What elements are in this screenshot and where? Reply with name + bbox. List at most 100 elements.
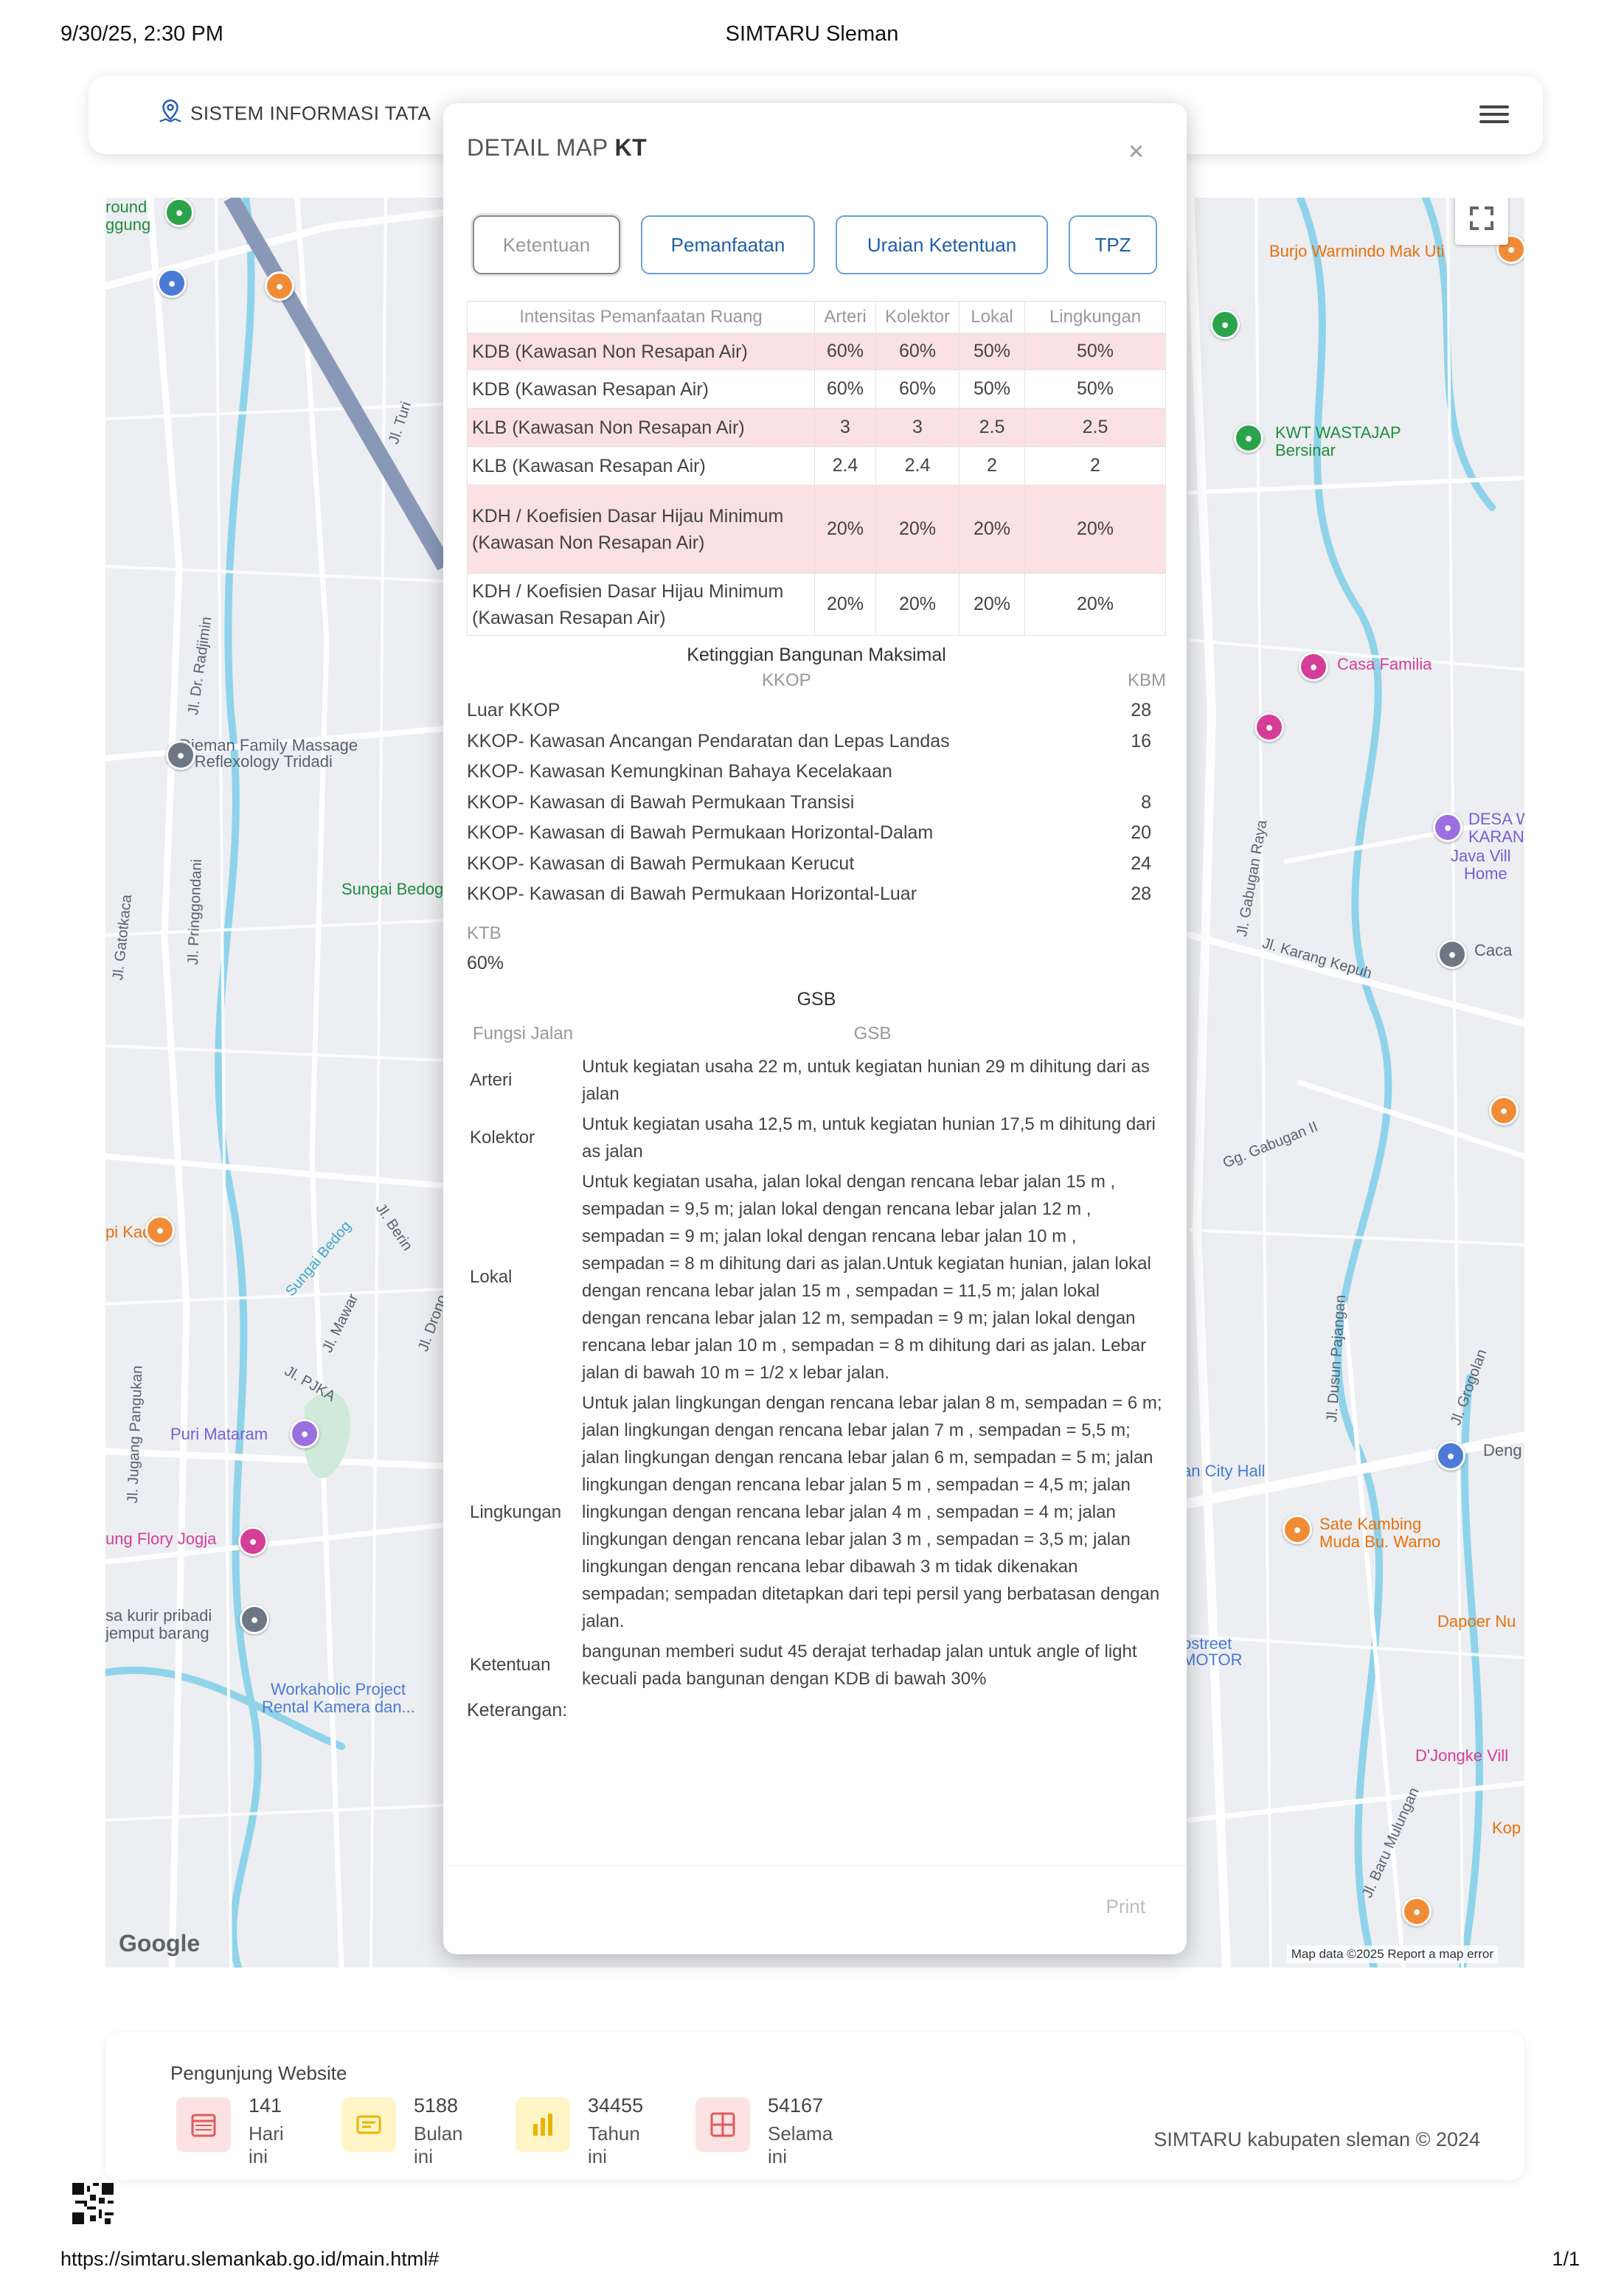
map-label[interactable]: Puri Mataram <box>170 1425 268 1444</box>
road-function: Kolektor <box>470 1128 535 1148</box>
map-label[interactable]: KWT WASTAJAP <box>1275 423 1401 442</box>
shop-marker-icon[interactable]: ● <box>157 268 187 298</box>
gsb-text: Untuk kegiatan usaha, jalan lokal dengan… <box>582 1171 1151 1383</box>
kkop-header-label: KKOP <box>762 670 811 690</box>
column-header: Kolektor <box>875 301 960 333</box>
fullscreen-icon <box>1470 206 1493 230</box>
print-header: 9/30/25, 2:30 PM SIMTARU Sleman <box>60 22 1564 52</box>
cell-value: 20% <box>959 485 1025 574</box>
park-marker-icon[interactable]: ● <box>1234 423 1263 453</box>
list-item: KKOP- Kawasan di Bawah Permukaan Horizon… <box>467 818 1166 849</box>
gsb-text: Untuk kegiatan usaha 22 m, untuk kegiata… <box>582 1056 1150 1104</box>
tab-pemanfaatan[interactable]: Pemanfaatan <box>641 215 815 274</box>
map-label[interactable]: ggung <box>105 215 150 235</box>
gsb-text: bangunan memberi sudut 45 derajat terhad… <box>582 1641 1137 1689</box>
map-label[interactable]: Burjo Warmindo Mak Uti <box>1269 242 1445 261</box>
shop-marker-icon[interactable]: ● <box>238 1527 268 1556</box>
map-attribution[interactable]: Map data ©2025 Report a map error <box>1286 1945 1498 1963</box>
road-function: Arteri <box>470 1070 513 1090</box>
print-title: SIMTARU Sleman <box>725 22 899 46</box>
map-label[interactable]: Kop <box>1492 1819 1521 1838</box>
map-label[interactable]: & Reflexology Tridadi <box>179 752 333 771</box>
restaurant-marker-icon[interactable]: ● <box>1402 1897 1432 1926</box>
kkop-value: 28 <box>1131 700 1151 721</box>
list-item: KKOP- Kawasan Kemungkinan Bahaya Kecelak… <box>467 757 1166 788</box>
map-label[interactable]: MOTOR <box>1182 1650 1242 1670</box>
cell-value: 3 <box>875 408 960 447</box>
gsb-text: Untuk jalan lingkungan dengan rencana le… <box>582 1392 1162 1631</box>
place-marker-icon[interactable]: ● <box>240 1605 269 1634</box>
map-label[interactable]: Bersinar <box>1275 441 1336 460</box>
map-label[interactable]: Caca <box>1474 941 1512 960</box>
fullscreen-button[interactable] <box>1455 198 1508 245</box>
cell-value: 20% <box>814 573 876 636</box>
cell-value: 20% <box>959 573 1025 636</box>
restaurant-marker-icon[interactable]: ● <box>145 1215 175 1245</box>
modal-title-code: KT <box>614 134 648 161</box>
map-label[interactable]: Home <box>1464 864 1507 883</box>
print-url[interactable]: https://simtaru.slemankab.go.id/main.htm… <box>60 2248 439 2271</box>
map-label[interactable]: an City Hall <box>1182 1462 1265 1481</box>
column-header: Fungsi Jalan <box>472 1023 574 1044</box>
restaurant-marker-icon[interactable]: ● <box>1489 1096 1519 1125</box>
map-label[interactable]: D'Jongke Vill <box>1415 1746 1508 1766</box>
map-label[interactable]: sa kurir pribadi <box>105 1606 212 1625</box>
hotel-marker-icon[interactable]: ● <box>1433 813 1462 842</box>
park-marker-icon[interactable]: ● <box>1210 310 1240 339</box>
cell-value: 20% <box>875 573 960 636</box>
row-name: KLB (Kawasan Non Resapan Air) <box>467 408 815 447</box>
map-label[interactable]: Rental Kamera dan... <box>262 1698 415 1717</box>
tab-ketentuan[interactable]: Ketentuan <box>473 215 620 274</box>
shop-marker-icon[interactable]: ● <box>1299 652 1328 681</box>
map-pin-icon <box>156 98 184 131</box>
map-label[interactable]: Workaholic Project <box>271 1680 406 1699</box>
table-row: KLB (Kawasan Resapan Air) 2.4 2.4 2 2 <box>467 446 1166 485</box>
calendar-icon <box>176 2097 231 2152</box>
map-label[interactable]: ung Flory Jogja <box>105 1530 216 1549</box>
gsb-text: Untuk kegiatan usaha 12,5 m, untuk kegia… <box>582 1114 1156 1162</box>
map-label[interactable]: Dapoer Nu <box>1437 1612 1516 1631</box>
stat-number: 34455 <box>588 2094 644 2117</box>
hamburger-menu-icon[interactable] <box>1479 101 1509 128</box>
table-row: Lingkungan Untuk jalan lingkungan dengan … <box>467 1388 1166 1636</box>
visitor-title: Pengunjung Website <box>170 2062 347 2084</box>
tab-bar: Ketentuan Pemanfaatan Uraian Ketentuan T… <box>473 215 1166 274</box>
table-row: KDH / Koefisien Dasar Hijau Minimum (Kaw… <box>467 485 1166 574</box>
row-name: KDH / Koefisien Dasar Hijau Minimum (Kaw… <box>467 485 815 574</box>
map-label[interactable]: Muda Bu. Warno <box>1319 1532 1440 1552</box>
modal-title: DETAIL MAP KT <box>467 134 647 162</box>
calendar-range-icon <box>341 2097 396 2152</box>
close-icon[interactable]: × <box>1128 136 1144 167</box>
place-marker-icon[interactable]: ● <box>1437 940 1467 969</box>
tab-tpz[interactable]: TPZ <box>1069 215 1157 274</box>
print-button[interactable]: Print <box>1106 1895 1145 1918</box>
map-label[interactable]: KARAN <box>1468 827 1524 847</box>
table-header-row: Fungsi Jalan GSB <box>467 1016 1166 1052</box>
restaurant-marker-icon[interactable]: ● <box>265 271 294 301</box>
cell-value: 20% <box>814 485 876 574</box>
keterangan-label: Keterangan: <box>467 1699 568 1721</box>
stat-label: Selama ini <box>768 2122 833 2167</box>
stat-number: 141 <box>249 2094 282 2117</box>
stat-label: Tahun ini <box>588 2122 640 2167</box>
stat-label: Hari ini <box>249 2122 284 2167</box>
shop-marker-icon[interactable]: ● <box>1436 1441 1465 1471</box>
map-label[interactable]: Sungai Bedog <box>341 880 443 899</box>
map-label[interactable]: Casa Familia <box>1337 655 1432 674</box>
stat-label: Bulan ini <box>414 2122 463 2167</box>
place-marker-icon[interactable]: ● <box>166 740 195 770</box>
map-label[interactable]: round <box>105 198 147 217</box>
shop-marker-icon[interactable]: ● <box>1255 712 1284 742</box>
tab-uraian-ketentuan[interactable]: Uraian Ketentuan <box>836 215 1048 274</box>
brand[interactable]: SISTEM INFORMASI TATA <box>156 98 431 131</box>
hotel-marker-icon[interactable]: ● <box>290 1419 319 1448</box>
map-label[interactable]: Deng <box>1483 1441 1522 1460</box>
park-marker-icon[interactable]: ● <box>164 198 194 227</box>
map-label[interactable]: DESA W <box>1468 810 1524 829</box>
cell-value: 50% <box>959 369 1025 409</box>
map-label[interactable]: jemput barang <box>105 1624 209 1643</box>
map-label[interactable]: Java Vill <box>1451 847 1511 866</box>
print-footer: https://simtaru.slemankab.go.id/main.htm… <box>60 2241 1580 2271</box>
restaurant-marker-icon[interactable]: ● <box>1283 1515 1312 1544</box>
map-label[interactable]: Sate Kambing <box>1319 1515 1421 1534</box>
